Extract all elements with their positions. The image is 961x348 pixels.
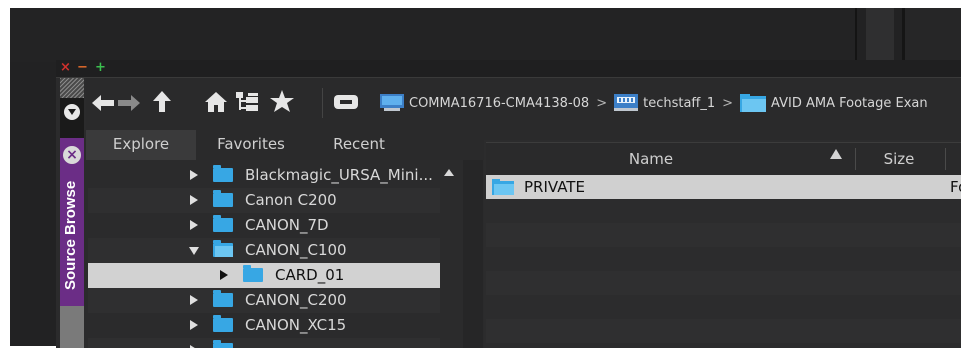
tree-item-label: CARD_01 (275, 266, 345, 284)
tree-item[interactable]: CANON_7D (88, 213, 440, 238)
sort-ascending-icon[interactable] (830, 149, 842, 159)
file-kind: Fo (950, 178, 961, 196)
computer-icon (380, 94, 404, 111)
tree-item-label: CANON_C200 (245, 291, 347, 309)
tree-item[interactable]: CANON_C200 (88, 288, 440, 313)
tree-view-icon[interactable] (236, 91, 260, 113)
expand-arrow-icon[interactable] (190, 195, 198, 205)
window-titlebar[interactable] (56, 60, 961, 78)
breadcrumb-item-techstaff[interactable]: techstaff_1 (614, 94, 715, 112)
background-panel-right (905, 8, 961, 62)
star-icon[interactable] (270, 90, 294, 113)
background-panel-narrow (866, 8, 894, 62)
drive-icon[interactable] (334, 95, 358, 109)
breadcrumb: COMMA16716-CMA4138-08 > techstaff_1 > AV… (380, 92, 928, 114)
panel-menu-button[interactable] (64, 104, 80, 120)
folder-icon (213, 315, 233, 332)
folder-icon (213, 190, 233, 207)
tree-item[interactable]: Blackmagic_URSA_Mini... (88, 163, 440, 188)
back-arrow-icon[interactable] (92, 94, 116, 112)
breadcrumb-label: techstaff_1 (643, 95, 716, 111)
column-header-name[interactable]: Name (486, 150, 816, 168)
folder-icon (492, 179, 514, 195)
column-divider[interactable] (855, 148, 856, 170)
tree-item-selected[interactable]: CARD_01 (88, 263, 440, 288)
tree-item-label: Canon C200 (245, 191, 337, 209)
tree-item-partial[interactable] (88, 338, 440, 348)
file-name: PRIVATE (524, 178, 585, 196)
up-arrow-icon[interactable] (152, 91, 172, 113)
breadcrumb-separator: > (596, 95, 608, 111)
empty-list-row (486, 319, 961, 343)
window-maximize-button[interactable]: + (93, 61, 108, 76)
chevron-down-icon (68, 109, 76, 115)
window-minimize-button[interactable]: − (75, 61, 90, 76)
expand-arrow-icon[interactable] (220, 270, 228, 280)
tree-item-label: CANON_7D (245, 216, 329, 234)
empty-list-row (486, 223, 961, 247)
open-folder-icon (213, 240, 233, 257)
folder-icon (213, 340, 233, 348)
forward-arrow-icon[interactable] (118, 94, 142, 112)
side-tab-label: Source Browse (62, 180, 79, 290)
folder-icon (740, 94, 767, 112)
breadcrumb-label: COMMA16716-CMA4138-08 (409, 95, 590, 111)
tree-item-label: Blackmagic_URSA_Mini... (245, 166, 433, 184)
panel-grip-handle[interactable] (60, 78, 84, 98)
tree-item[interactable]: CANON_XC15 (88, 313, 440, 338)
tree-item[interactable]: CANON_C100 (88, 238, 440, 263)
window-close-button[interactable]: × (58, 61, 73, 76)
expand-arrow-icon[interactable] (190, 320, 198, 330)
expand-arrow-icon[interactable] (190, 220, 198, 230)
tab-recent[interactable]: Recent (306, 130, 412, 160)
tab-favorites[interactable]: Favorites (196, 130, 306, 160)
tree-item-label: CANON_XC15 (245, 316, 347, 334)
folder-tree: Blackmagic_URSA_Mini... Canon C200 CANON… (88, 163, 463, 348)
panel-divider (855, 8, 857, 62)
close-tab-button[interactable]: × (63, 146, 81, 164)
home-icon[interactable] (205, 92, 227, 112)
tree-item[interactable]: Canon C200 (88, 188, 440, 213)
folder-icon (213, 215, 233, 232)
background-panel (10, 8, 855, 62)
empty-list-row (486, 271, 961, 295)
breadcrumb-label: AVID AMA Footage Exan (771, 95, 928, 111)
breadcrumb-item-computer[interactable]: COMMA16716-CMA4138-08 (380, 94, 589, 112)
toolbar-divider (322, 88, 323, 118)
folder-icon (213, 165, 233, 182)
expand-arrow-icon[interactable] (190, 170, 198, 180)
panel-strip-lower (60, 306, 84, 348)
tab-explore[interactable]: Explore (86, 130, 196, 160)
folder-icon (243, 265, 263, 282)
collapse-arrow-icon[interactable] (189, 247, 199, 255)
tree-scroll-up-arrow[interactable] (444, 169, 454, 176)
folder-icon (213, 290, 233, 307)
side-tab-title: Source Browse (60, 166, 84, 296)
expand-arrow-icon[interactable] (190, 295, 198, 305)
column-divider[interactable] (945, 148, 946, 170)
breadcrumb-separator: > (722, 95, 734, 111)
column-header-size[interactable]: Size (858, 150, 940, 168)
network-drive-icon (614, 94, 639, 111)
tree-item-label: CANON_C100 (245, 241, 347, 259)
tree-scrollbar-track[interactable] (463, 160, 483, 348)
breadcrumb-item-avid-ama[interactable]: AVID AMA Footage Exan (740, 94, 928, 112)
